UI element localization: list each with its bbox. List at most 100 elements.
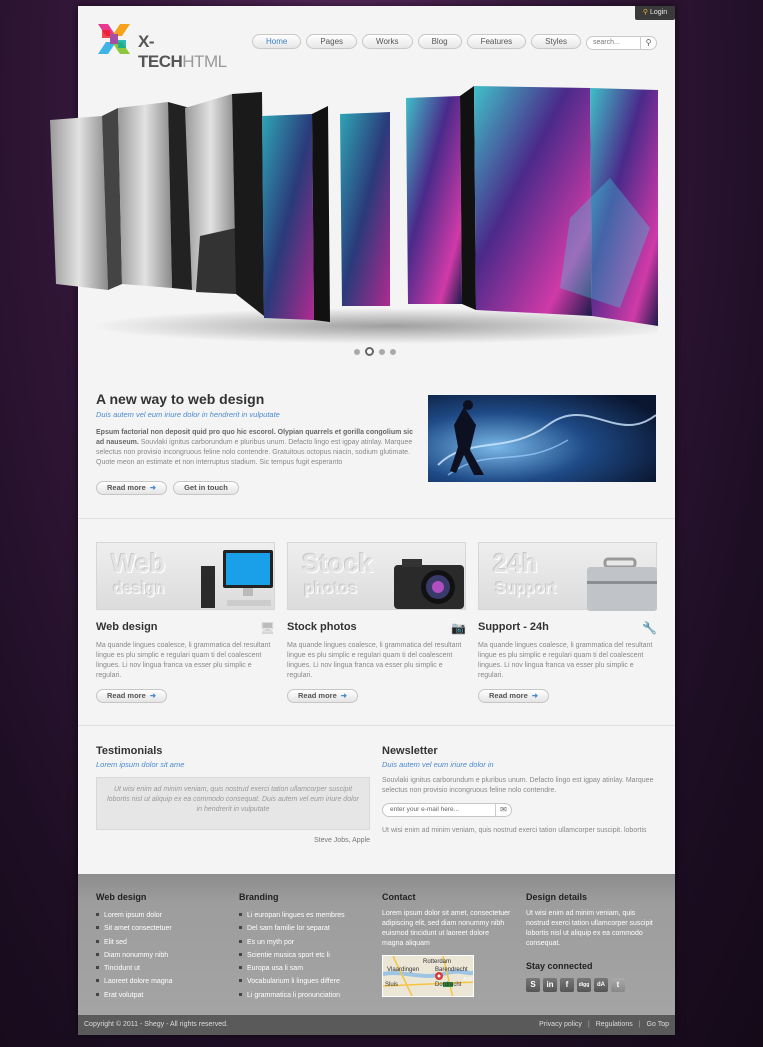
footer-design-details: Design details Ut wisi enim ad minim ven… — [526, 892, 656, 992]
digg-icon[interactable]: digg — [577, 978, 591, 992]
footer-link[interactable]: Del sam familie lor separat — [239, 922, 374, 935]
read-more-button[interactable]: Read more ➜ — [96, 481, 168, 495]
footer-link[interactable]: Sit amet consectetuer — [96, 922, 226, 935]
read-more-button[interactable]: Read more ➜ — [478, 689, 550, 703]
footer-link[interactable]: Diam nonummy nibh — [96, 949, 226, 962]
footer-link[interactable]: Europa usa li sam — [239, 962, 374, 975]
feature-web-design: Web design Web design 🖥 Ma quande lingue… — [96, 542, 275, 703]
feature-title: Web design — [96, 621, 158, 633]
design-text: Ut wisi enim ad minim veniam, quis nostr… — [526, 910, 653, 947]
intro-title: A new way to web design — [96, 391, 265, 407]
footer-link[interactable]: Elit sed — [96, 936, 226, 949]
footer-link[interactable]: Scientie musica sport etc li — [239, 949, 374, 962]
logo-suffix-text: HTML — [182, 52, 227, 71]
link-separator: | — [638, 1021, 641, 1028]
login-label: Login — [650, 9, 668, 16]
nav-works[interactable]: Works — [362, 34, 413, 49]
location-map[interactable]: Rotterdam Vlaardingen Barendrecht Dordre… — [382, 955, 474, 997]
login-button[interactable]: ⚲ Login — [635, 6, 675, 20]
footer-link[interactable]: Es un myth por — [239, 936, 374, 949]
testimonial-author: Steve Jobs, Apple — [313, 837, 370, 844]
footer-web-design: Web design Lorem ipsum dolor Sit amet co… — [96, 892, 226, 1002]
logo-text: X-TECHHTML — [138, 32, 227, 72]
footer-link[interactable]: Laoreet dolore magna — [96, 975, 226, 988]
read-more-label: Read more — [298, 691, 337, 700]
testimonials-section: Testimonials Lorem ipsum dolor sit ame U… — [96, 745, 370, 844]
intro-section: A new way to web design Duis autem vel e… — [96, 391, 418, 495]
bottom-bar: Copyright © 2011 - Shegy - All rights re… — [78, 1015, 675, 1035]
slider-dot[interactable] — [354, 348, 360, 355]
slider-dot[interactable] — [390, 348, 396, 355]
footer-title: Web design — [96, 892, 147, 902]
map-label: Dordrecht — [435, 982, 462, 988]
slider-dot[interactable] — [379, 348, 385, 355]
slider-dot-active[interactable] — [365, 347, 374, 356]
read-more-button[interactable]: Read more ➜ — [96, 689, 168, 703]
computer-illustration — [201, 550, 273, 608]
footer-link[interactable]: Erat volutpat — [96, 989, 226, 1002]
arrow-right-icon: ➜ — [149, 691, 157, 700]
footer-link[interactable]: Lorem ipsum dolor — [96, 909, 226, 922]
nav-styles[interactable]: Styles — [531, 34, 581, 49]
section-divider — [78, 518, 675, 519]
footer-title: Contact — [382, 892, 416, 902]
regulations-link[interactable]: Regulations — [596, 1021, 633, 1028]
go-top-link[interactable]: Go Top — [647, 1021, 669, 1028]
nav-features[interactable]: Features — [466, 34, 527, 49]
read-more-label: Read more — [107, 483, 146, 492]
feature-text: Ma quande lingues coalesce, li grammatic… — [96, 642, 271, 679]
page-container: ⚲ Login X-TECHHTML Home Pages Works Blog … — [50, 6, 675, 1035]
envelope-icon[interactable]: ✉ — [495, 803, 511, 817]
footer-link[interactable]: Vocabularium li lingues differe — [239, 975, 374, 988]
feature-image-subtitle: photos — [304, 580, 358, 597]
twitter-icon[interactable]: t — [611, 978, 625, 992]
feature-title: Support - 24h — [478, 621, 549, 633]
stay-connected-title: Stay connected — [526, 961, 593, 971]
bottom-links: Privacy policy | Regulations | Go Top — [539, 1021, 669, 1028]
feature-image-subtitle: design — [113, 580, 165, 597]
nav-blog[interactable]: Blog — [417, 34, 462, 49]
feature-image-subtitle: Support — [495, 580, 557, 597]
map-label: A15 — [463, 977, 472, 983]
newsletter-email-input[interactable]: enter your e-mail here... ✉ — [382, 803, 512, 817]
contact-text: Lorem ipsum dolor sit amet, consectetuer… — [382, 910, 511, 947]
privacy-policy-link[interactable]: Privacy policy — [539, 1021, 582, 1028]
footer-link[interactable]: Li grammatica li pronunciation — [239, 989, 374, 1002]
feature-support: 24h Support Support - 24h 🔧 Ma quande li… — [478, 542, 657, 703]
feature-title: Stock photos — [287, 621, 357, 633]
nav-pages[interactable]: Pages — [306, 34, 358, 49]
search-input[interactable]: search... ⚲ — [586, 36, 657, 50]
newsletter-note: Ut wisi enim ad minim veniam, quis nostr… — [382, 827, 647, 834]
map-label: Sluis — [385, 982, 399, 988]
toolbox-illustration — [587, 557, 657, 611]
deviantart-icon[interactable]: dA — [594, 978, 608, 992]
testimonial-quote: Ut wisi enim ad minim veniam, quis nostr… — [96, 777, 370, 830]
linkedin-icon[interactable]: in — [543, 978, 557, 992]
wrench-icon: 🔧 — [642, 621, 657, 635]
feature-image-title: 24h — [493, 548, 538, 578]
feature-image: Web design — [96, 542, 275, 610]
footer-link[interactable]: Li europan lingues es membres — [239, 909, 374, 922]
intro-body: Souvlaki ignitus carborundum e pluribus … — [96, 439, 413, 466]
footer-contact: Contact Lorem ipsum dolor sit amet, cons… — [382, 892, 512, 997]
link-separator: | — [587, 1021, 590, 1028]
read-more-label: Read more — [489, 691, 528, 700]
slider-pagination — [354, 347, 396, 356]
search-placeholder: search... — [593, 39, 620, 46]
logo[interactable]: X-TECHHTML — [96, 22, 227, 71]
feature-image: 24h Support — [478, 542, 657, 611]
read-more-button[interactable]: Read more ➜ — [287, 689, 359, 703]
search-icon[interactable]: ⚲ — [640, 36, 656, 50]
hero-slider-image[interactable] — [50, 78, 658, 346]
facebook-icon[interactable]: f — [560, 978, 574, 992]
map-label: Rotterdam — [423, 959, 452, 965]
nav-home[interactable]: Home — [252, 34, 302, 49]
newsletter-section: Newsletter Duis autem vel eum iriure dol… — [382, 745, 658, 836]
skype-icon[interactable]: S — [526, 978, 540, 992]
footer-link[interactable]: Tincidunt ut — [96, 962, 226, 975]
arrow-right-icon: ➜ — [531, 691, 539, 700]
get-in-touch-button[interactable]: Get in touch — [173, 481, 239, 495]
feature-stock-photos: Stock photos Stock photos 📷 Ma quande li… — [287, 542, 466, 703]
social-links: S in f digg dA t — [526, 978, 656, 992]
camera-illustration — [394, 559, 464, 609]
